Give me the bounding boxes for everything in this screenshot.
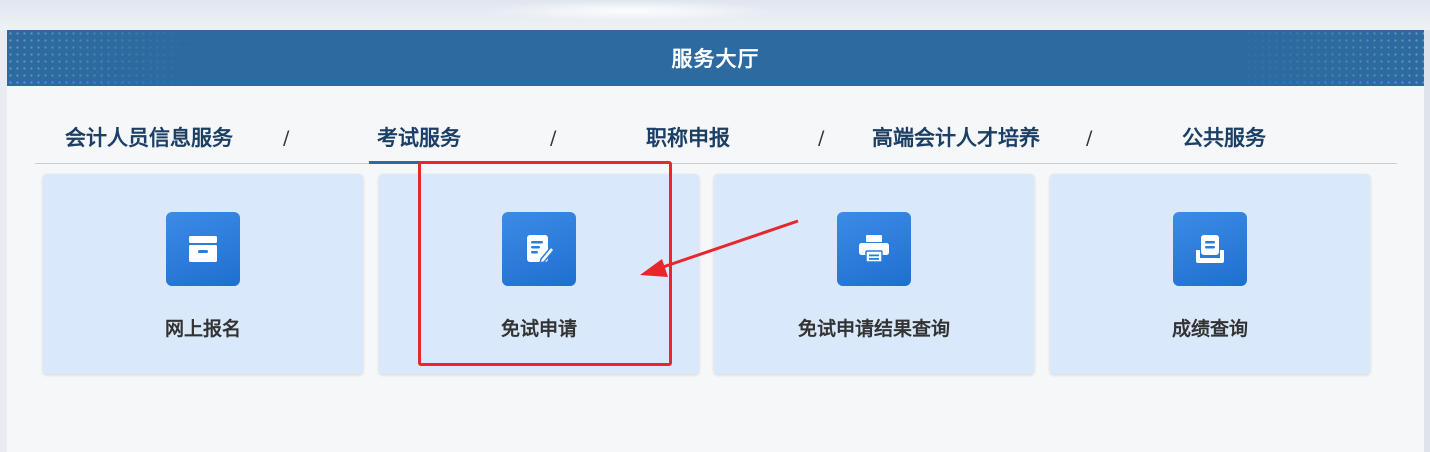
tab-senior-accountant-training[interactable]: 高端会计人才培养	[872, 120, 1040, 164]
card-label: 免试申请	[500, 318, 577, 340]
panel-header: 服务大厅	[7, 30, 1424, 86]
scroll-edge	[1424, 30, 1430, 452]
card-label: 成绩查询	[1171, 318, 1248, 340]
service-tabs: 会计人员信息服务 / 考试服务 / 职称申报 / 高端会计人才培养 / 公共服务	[35, 120, 1397, 164]
tab-separator: /	[283, 127, 290, 149]
printer-icon	[837, 212, 911, 286]
card-label: 免试申请结果查询	[797, 318, 950, 340]
panel-title: 服务大厅	[671, 47, 760, 71]
tab-separator: /	[550, 127, 557, 149]
tab-exam-service[interactable]: 考试服务	[369, 120, 469, 164]
tab-separator: /	[818, 127, 825, 149]
receipt-icon	[1173, 212, 1247, 286]
edit-document-icon	[502, 212, 576, 286]
card-online-registration[interactable]: 网上报名	[43, 174, 363, 374]
header-decoration-right	[1224, 30, 1424, 86]
archive-box-icon	[166, 212, 240, 286]
tab-public-service[interactable]: 公共服务	[1182, 120, 1266, 164]
header-decoration-left	[7, 30, 207, 86]
tab-title-application[interactable]: 职称申报	[646, 120, 730, 164]
top-banner	[0, 0, 1430, 30]
card-label: 网上报名	[164, 318, 241, 340]
tab-accountant-info-service[interactable]: 会计人员信息服务	[65, 120, 233, 164]
tab-separator: /	[1086, 127, 1093, 149]
card-exemption-application[interactable]: 免试申请	[379, 174, 699, 374]
card-exemption-result-query[interactable]: 免试申请结果查询	[714, 174, 1034, 374]
card-score-query[interactable]: 成绩查询	[1050, 174, 1370, 374]
